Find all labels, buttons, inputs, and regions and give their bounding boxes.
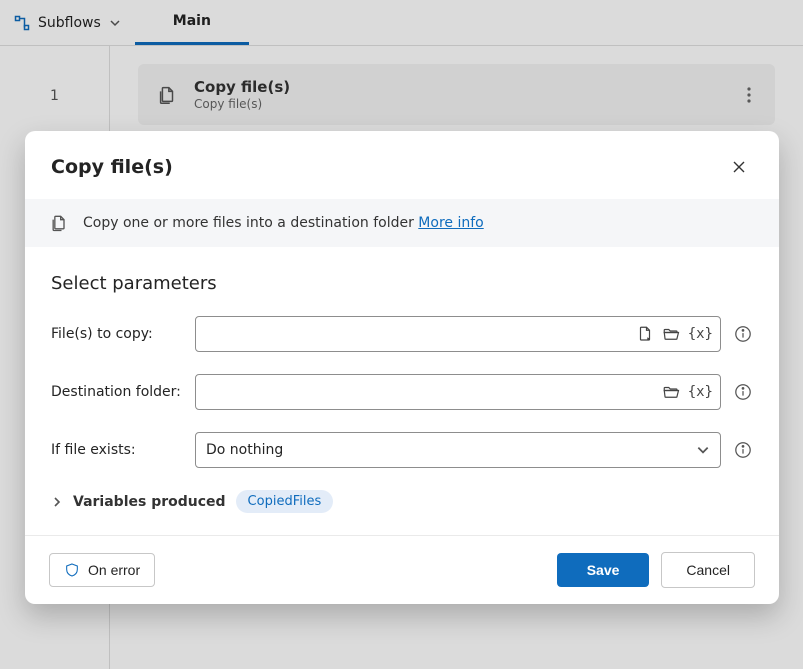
save-button[interactable]: Save [557, 553, 650, 587]
field-info-button[interactable] [733, 440, 753, 460]
variables-produced-row: Variables produced CopiedFiles [51, 490, 753, 513]
dialog-info-strip: Copy one or more files into a destinatio… [25, 199, 779, 247]
destination-folder-label: Destination folder: [51, 384, 183, 400]
field-destination-folder: Destination folder: {x} [51, 374, 753, 410]
close-icon [731, 159, 747, 175]
field-info-button[interactable] [733, 382, 753, 402]
variable-picker-icon[interactable]: {x} [688, 384, 713, 400]
more-info-link[interactable]: More info [418, 215, 483, 231]
dialog-header: Copy file(s) [25, 131, 779, 199]
copy-files-dialog: Copy file(s) Copy one or more files into… [25, 131, 779, 604]
if-file-exists-label: If file exists: [51, 442, 183, 458]
variable-picker-icon[interactable]: {x} [688, 326, 713, 342]
variables-produced-label[interactable]: Variables produced [73, 494, 226, 510]
on-error-label: On error [88, 562, 140, 578]
section-heading: Select parameters [51, 273, 753, 294]
copy-files-icon [49, 213, 69, 233]
variable-chip[interactable]: CopiedFiles [236, 490, 334, 513]
dialog-title: Copy file(s) [51, 156, 173, 178]
browse-folder-icon[interactable] [662, 325, 680, 343]
field-if-file-exists: If file exists: Do nothing [51, 432, 753, 468]
browse-folder-icon[interactable] [662, 383, 680, 401]
chevron-down-icon [696, 443, 710, 457]
on-error-button[interactable]: On error [49, 553, 155, 587]
select-value: Do nothing [206, 442, 283, 458]
chevron-right-icon[interactable] [51, 496, 63, 508]
field-files-to-copy: File(s) to copy: {x} [51, 316, 753, 352]
cancel-button[interactable]: Cancel [661, 552, 755, 588]
destination-folder-input[interactable] [195, 374, 721, 410]
dialog-body: Select parameters File(s) to copy: [25, 247, 779, 535]
files-to-copy-label: File(s) to copy: [51, 326, 183, 342]
dialog-info-text: Copy one or more files into a destinatio… [83, 215, 484, 231]
shield-icon [64, 562, 80, 578]
input-action-icons: {x} [662, 383, 713, 401]
close-button[interactable] [725, 153, 753, 181]
select-file-icon[interactable] [636, 325, 654, 343]
input-action-icons: {x} [636, 325, 713, 343]
field-info-button[interactable] [733, 324, 753, 344]
if-file-exists-select[interactable]: Do nothing [195, 432, 721, 468]
dialog-footer: On error Save Cancel [25, 535, 779, 604]
